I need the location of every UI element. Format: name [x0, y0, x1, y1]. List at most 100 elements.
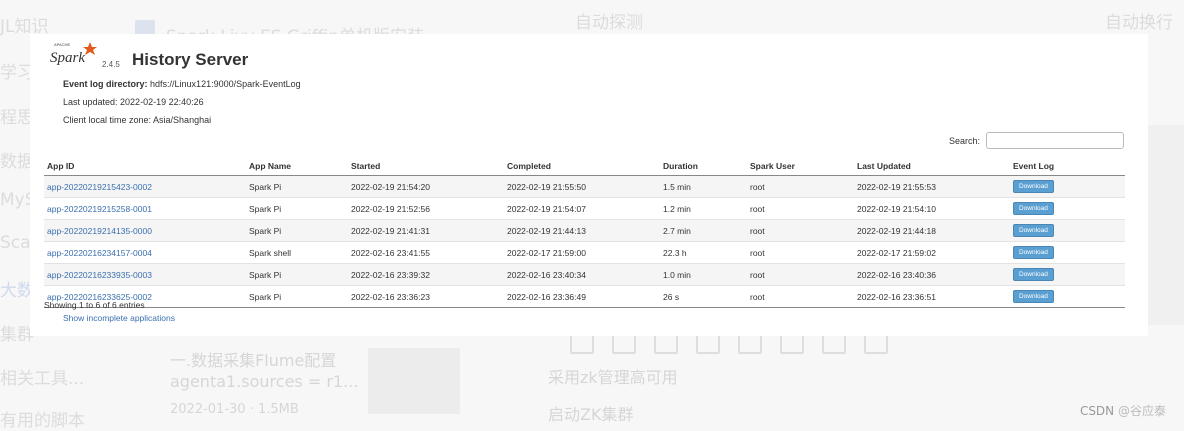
app-name-cell: Spark Pi — [246, 219, 348, 242]
download-button[interactable]: Download — [1013, 202, 1054, 215]
completed-cell: 2022-02-19 21:54:07 — [507, 203, 586, 214]
layout-icon — [864, 334, 888, 354]
started-cell: 2022-02-16 23:36:23 — [351, 291, 430, 302]
bg-right-item: 启动ZK集群 — [548, 405, 634, 424]
column-header-app-id[interactable]: App ID — [44, 156, 246, 176]
download-button[interactable]: Download — [1013, 246, 1054, 259]
download-button[interactable]: Download — [1013, 180, 1054, 193]
column-header-event-log[interactable]: Event Log — [1010, 156, 1125, 176]
column-header-duration[interactable]: Duration — [660, 156, 747, 176]
bg-sidebar-item: 学习 — [0, 63, 34, 83]
download-button[interactable]: Download — [1013, 268, 1054, 281]
app-id-link[interactable]: app-20220219215258-0001 — [47, 204, 152, 214]
show-incomplete-link[interactable]: Show incomplete applications — [63, 313, 175, 323]
column-header-completed[interactable]: Completed — [504, 156, 660, 176]
table-row: app-20220219215423-0002 Spark Pi 2022-02… — [44, 175, 1125, 198]
column-header-started[interactable]: Started — [348, 156, 504, 176]
bg-toolbar-left: 自动探测 — [575, 13, 643, 33]
bg-sidebar-item: 数据 — [0, 152, 34, 172]
app-id-cell: app-20220216234157-0004 — [44, 242, 246, 264]
duration-cell: 1.2 min — [663, 203, 691, 214]
completed-cell: 2022-02-19 21:55:50 — [504, 175, 660, 198]
bg-card-title: 一.数据采集Flume配置 — [170, 351, 337, 370]
column-header-app-name[interactable]: App Name — [246, 156, 348, 176]
last-updated: Last updated: 2022-02-19 22:40:26 — [63, 97, 204, 107]
watermark: CSDN @谷应泰 — [1079, 404, 1166, 418]
bg-right-item: 采用zk管理高可用 — [548, 368, 678, 387]
table-row: app-20220216233935-0003 Spark Pi 2022-02… — [44, 263, 1125, 286]
completed-cell: 2022-02-16 23:36:49 — [507, 291, 586, 302]
event-log-cell: Download — [1010, 219, 1125, 242]
bg-toolbar-right: 自动换行 — [1105, 13, 1173, 33]
started-cell: 2022-02-16 23:41:55 — [351, 247, 430, 258]
layout-icon — [612, 334, 636, 354]
layout-icon — [780, 334, 804, 354]
event-log-cell: Download — [1010, 263, 1125, 286]
bg-icon-row — [570, 334, 888, 354]
column-header-last-updated[interactable]: Last Updated — [854, 156, 1010, 176]
applications-table: App ID App Name Started Completed Durati… — [44, 156, 1125, 308]
spark-logo: APACHE Spark — [48, 40, 100, 70]
last-updated-cell: 2022-02-16 23:40:36 — [854, 263, 1010, 286]
table-row: app-20220216234157-0004 Spark shell 2022… — [44, 242, 1125, 264]
app-id-link[interactable]: app-20220216234157-0004 — [47, 248, 152, 258]
bg-card-snippet: agenta1.sources = r1... — [170, 372, 359, 391]
svg-text:Spark: Spark — [50, 50, 85, 66]
completed-cell: 2022-02-19 21:44:13 — [504, 219, 660, 242]
duration-cell: 22.3 h — [663, 247, 687, 258]
table-row: app-20220219215258-0001 Spark Pi 2022-02… — [44, 198, 1125, 220]
started-cell: 2022-02-19 21:41:31 — [348, 219, 504, 242]
event-log-cell: Download — [1010, 286, 1125, 308]
duration-cell: 1.5 min — [660, 175, 747, 198]
search-label: Search: — [948, 135, 980, 146]
completed-cell: 2022-02-16 23:40:34 — [504, 263, 660, 286]
layout-icon — [696, 334, 720, 354]
page-header: APACHE Spark 2.4.5 History Server — [48, 40, 448, 76]
event-log-cell: Download — [1010, 242, 1125, 264]
app-name-cell: Spark shell — [249, 247, 292, 258]
bg-sidebar-item: 相关工具... — [0, 369, 85, 389]
app-id-cell: app-20220219214135-0000 — [44, 219, 246, 242]
event-log-directory: Event log directory: hdfs://Linux121:900… — [63, 79, 301, 89]
event-log-label: Event log directory: — [63, 79, 148, 89]
event-log-cell: Download — [1010, 175, 1125, 198]
entries-count: Showing 1 to 6 of 6 entries — [44, 300, 145, 310]
bg-card-thumbnail — [368, 348, 460, 414]
table-row: app-20220216233625-0002 Spark Pi 2022-02… — [44, 286, 1125, 308]
table-header-row: App ID App Name Started Completed Durati… — [44, 156, 1125, 176]
event-log-value: hdfs://Linux121:9000/Spark-EventLog — [150, 79, 301, 89]
table-row: app-20220219214135-0000 Spark Pi 2022-02… — [44, 219, 1125, 242]
last-updated-cell: 2022-02-19 21:54:10 — [857, 203, 936, 214]
layout-icon — [822, 334, 846, 354]
spark-user-cell: root — [750, 203, 765, 214]
spark-user-cell: root — [747, 219, 854, 242]
column-header-spark-user[interactable]: Spark User — [747, 156, 854, 176]
last-updated-cell: 2022-02-16 23:36:51 — [857, 291, 936, 302]
spark-user-cell: root — [750, 291, 765, 302]
duration-cell: 26 s — [663, 291, 680, 302]
history-server-panel: APACHE Spark 2.4.5 History Server Event … — [30, 34, 1148, 336]
last-updated-cell: 2022-02-19 21:44:18 — [854, 219, 1010, 242]
download-button[interactable]: Download — [1013, 224, 1054, 237]
duration-cell: 2.7 min — [660, 219, 747, 242]
search-input[interactable] — [986, 132, 1124, 149]
app-id-link[interactable]: app-20220219215423-0002 — [47, 182, 152, 192]
app-id-cell: app-20220219215423-0002 — [44, 175, 246, 198]
last-updated-cell: 2022-02-19 21:55:53 — [854, 175, 1010, 198]
app-name-cell: Spark Pi — [249, 203, 282, 214]
layout-icon — [738, 334, 762, 354]
duration-cell: 1.0 min — [660, 263, 747, 286]
app-id-cell: app-20220219215258-0001 — [44, 198, 246, 220]
svg-text:APACHE: APACHE — [54, 42, 70, 47]
client-timezone: Client local time zone: Asia/Shanghai — [63, 115, 212, 125]
app-name-cell: Spark Pi — [246, 263, 348, 286]
app-name-cell: Spark Pi — [249, 291, 282, 302]
bg-sidebar-item: 集群 — [0, 325, 34, 345]
started-cell: 2022-02-19 21:54:20 — [348, 175, 504, 198]
search-box: Search: — [949, 132, 1124, 149]
app-id-link[interactable]: app-20220216233935-0003 — [47, 270, 152, 280]
app-id-cell: app-20220216233935-0003 — [44, 263, 246, 286]
event-log-cell: Download — [1010, 198, 1125, 220]
download-button[interactable]: Download — [1013, 290, 1054, 303]
app-id-link[interactable]: app-20220219214135-0000 — [47, 226, 152, 236]
